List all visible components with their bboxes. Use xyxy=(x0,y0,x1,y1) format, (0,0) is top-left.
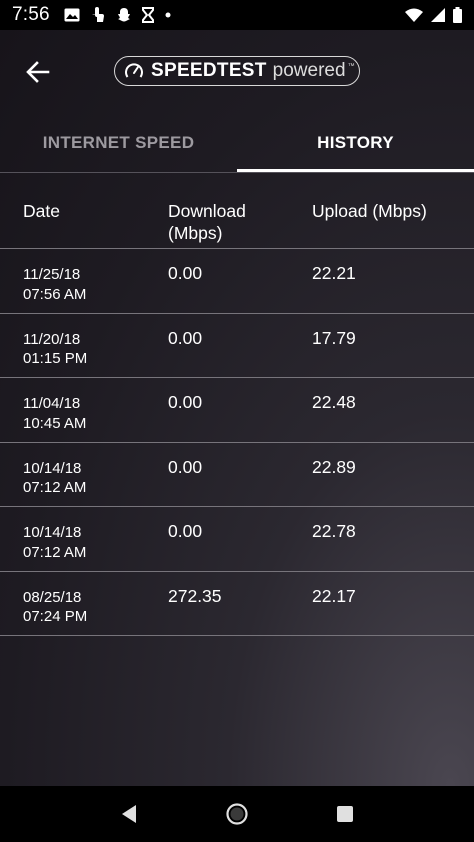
row-datetime: 10/14/18 07:12 AM xyxy=(23,523,86,562)
row-datetime: 11/04/18 10:45 AM xyxy=(23,394,86,433)
home-nav-icon xyxy=(226,803,248,825)
row-date: 10/14/18 xyxy=(23,524,82,541)
table-row: 10/14/18 07:12 AM 0.00 22.89 xyxy=(0,443,474,507)
table-row: 10/14/18 07:12 AM 0.00 22.78 xyxy=(0,507,474,572)
row-date: 11/04/18 xyxy=(23,395,81,412)
row-upload: 22.21 xyxy=(312,263,356,283)
row-date: 10/14/18 xyxy=(23,459,82,477)
row-download: 0.00 xyxy=(168,456,203,477)
row-datetime: 08/25/18 07:24 PM xyxy=(23,588,87,627)
row-time: 01:15 PM xyxy=(23,350,88,367)
row-download: 0.00 xyxy=(168,263,203,283)
row-upload: 17.79 xyxy=(312,327,356,348)
row-upload: 22.78 xyxy=(312,521,356,541)
status-time: 7:56 xyxy=(12,4,50,25)
snapchat-icon xyxy=(116,7,132,23)
hourglass-icon xyxy=(141,7,154,23)
table-row: 11/25/18 07:56 AM 0.00 22.21 xyxy=(0,249,474,314)
nav-home-button[interactable] xyxy=(219,796,255,832)
logo-subtitle: powered xyxy=(272,60,346,81)
tab-history[interactable]: HISTORY xyxy=(237,114,474,172)
row-download: 0.00 xyxy=(168,521,203,541)
back-button[interactable] xyxy=(24,58,52,86)
table-row: 11/04/18 10:45 AM 0.00 22.48 xyxy=(0,378,474,443)
row-time: 07:56 AM xyxy=(23,285,87,303)
column-header-upload: Upload (Mbps) xyxy=(312,201,427,221)
android-nav-bar xyxy=(0,786,474,842)
column-header-download: Download (Mbps) xyxy=(168,201,246,243)
speedometer-icon xyxy=(125,63,143,78)
row-upload: 22.17 xyxy=(312,585,356,606)
battery-icon xyxy=(453,7,462,23)
row-datetime: 11/20/18 01:15 PM xyxy=(23,330,87,369)
row-date: 11/20/18 xyxy=(23,330,81,348)
app-screen: SPEEDTEST powered ™ INTERNET SPEED HISTO… xyxy=(0,30,474,786)
touch-icon xyxy=(90,6,106,24)
back-nav-icon xyxy=(122,805,136,823)
wifi-icon xyxy=(405,8,423,22)
signal-icon xyxy=(431,8,445,22)
dot-icon xyxy=(164,11,172,19)
system-icons xyxy=(405,7,462,23)
app-header: SPEEDTEST powered ™ xyxy=(0,30,474,114)
row-time: 07:12 AM xyxy=(23,479,87,496)
row-datetime: 11/25/18 07:56 AM xyxy=(23,265,86,304)
tab-bar: INTERNET SPEED HISTORY xyxy=(0,114,474,172)
row-date: 11/25/18 xyxy=(23,266,81,283)
logo-brand: SPEEDTEST xyxy=(151,60,267,81)
table-header: Date Download (Mbps) Upload (Mbps) xyxy=(0,173,474,249)
row-upload: 22.48 xyxy=(312,392,356,412)
image-icon xyxy=(64,8,80,22)
arrow-left-icon xyxy=(26,61,50,83)
notification-icons xyxy=(64,6,172,24)
table-row: 11/20/18 01:15 PM 0.00 17.79 xyxy=(0,314,474,378)
logo-trademark: ™ xyxy=(347,63,355,70)
recents-nav-icon xyxy=(337,806,353,822)
row-datetime: 10/14/18 07:12 AM xyxy=(23,459,86,498)
row-upload: 22.89 xyxy=(312,456,356,477)
nav-back-button[interactable] xyxy=(111,796,147,832)
status-bar: 7:56 xyxy=(0,0,474,30)
nav-recents-button[interactable] xyxy=(327,796,363,832)
tab-internet-speed[interactable]: INTERNET SPEED xyxy=(0,114,237,172)
row-time: 10:45 AM xyxy=(23,414,87,432)
speedtest-logo: SPEEDTEST powered ™ xyxy=(114,56,360,86)
row-download: 272.35 xyxy=(168,585,222,606)
column-header-date: Date xyxy=(23,201,60,221)
row-date: 08/25/18 xyxy=(23,588,82,606)
row-download: 0.00 xyxy=(168,392,203,412)
row-time: 07:12 AM xyxy=(23,543,87,561)
table-row: 08/25/18 07:24 PM 272.35 22.17 xyxy=(0,572,474,636)
row-time: 07:24 PM xyxy=(23,608,88,625)
row-download: 0.00 xyxy=(168,327,203,348)
